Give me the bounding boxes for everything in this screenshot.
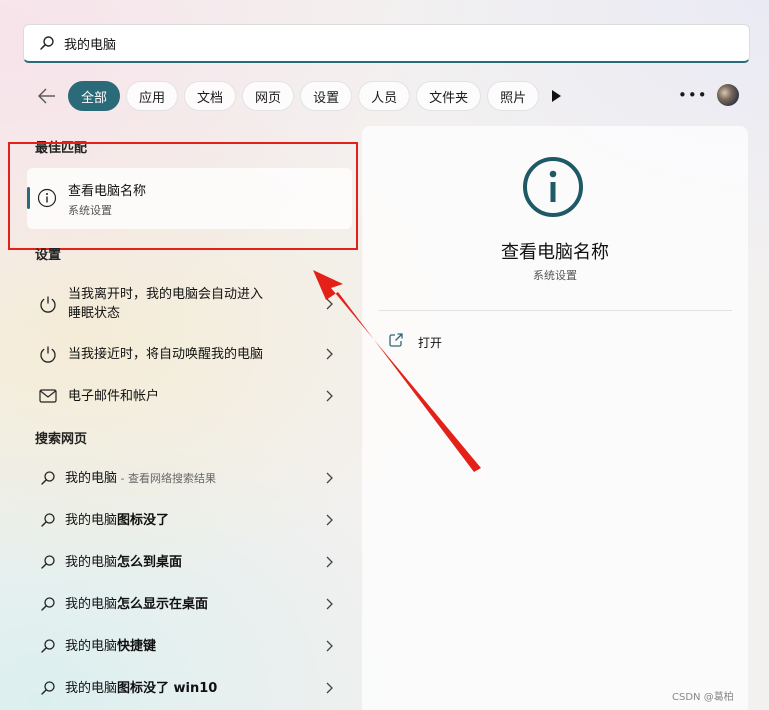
web-result-label: 我的电脑快捷键: [65, 638, 157, 654]
chevron-right-icon: [323, 556, 335, 568]
filter-chip-web[interactable]: 网页: [242, 81, 295, 111]
chevron-right-icon: [323, 682, 335, 694]
divider: [378, 310, 732, 311]
search-icon: [37, 551, 59, 573]
web-result-item[interactable]: 我的电脑图标没了 win10: [27, 677, 352, 699]
more-options-icon[interactable]: •••: [678, 86, 707, 106]
web-result-label: 我的电脑 - 查看网络搜索结果: [65, 470, 216, 486]
search-icon: [38, 34, 56, 52]
mail-icon: [37, 385, 59, 407]
settings-item-label: 电子邮件和帐户: [68, 388, 160, 404]
open-action[interactable]: 打开: [388, 332, 442, 352]
back-arrow-icon[interactable]: [36, 85, 58, 107]
play-more-filters-icon[interactable]: [547, 87, 565, 105]
chevron-right-icon: [323, 514, 335, 526]
chevron-right-icon: [323, 472, 335, 484]
filter-chip-all[interactable]: 全部: [68, 81, 121, 111]
chevron-right-icon: [323, 598, 335, 610]
search-icon: [37, 635, 59, 657]
web-result-item[interactable]: 我的电脑图标没了: [27, 509, 352, 531]
web-result-label: 我的电脑怎么到桌面: [65, 554, 183, 570]
web-result-label: 我的电脑怎么显示在桌面: [65, 596, 209, 612]
settings-heading: 设置: [35, 248, 62, 263]
web-result-label: 我的电脑图标没了 win10: [65, 680, 218, 696]
filter-chip-people[interactable]: 人员: [358, 81, 411, 111]
search-input[interactable]: [64, 35, 664, 51]
detail-panel: 查看电脑名称 系统设置 打开: [362, 126, 748, 710]
search-bar[interactable]: [23, 24, 750, 63]
power-icon: [37, 343, 59, 365]
power-icon: [37, 293, 59, 315]
settings-item-label: 当我离开时，我的电脑会自动进入 睡眠状态: [68, 287, 264, 321]
chevron-right-icon: [323, 640, 335, 652]
chevron-right-icon: [323, 390, 335, 402]
filter-chip-apps[interactable]: 应用: [126, 81, 179, 111]
settings-item-email-accounts[interactable]: 电子邮件和帐户: [27, 385, 352, 407]
web-search-heading: 搜索网页: [35, 432, 88, 447]
filter-chip-documents[interactable]: 文档: [184, 81, 237, 111]
detail-title: 查看电脑名称: [501, 242, 609, 263]
chevron-right-icon: [323, 298, 335, 310]
settings-item-sleep[interactable]: 当我离开时，我的电脑会自动进入 睡眠状态: [27, 284, 352, 324]
filter-chip-folders[interactable]: 文件夹: [416, 81, 482, 111]
search-icon: [37, 593, 59, 615]
watermark: CSDN @葛柏: [672, 692, 734, 703]
avatar[interactable]: [717, 84, 739, 106]
search-icon: [37, 677, 59, 699]
open-label: 打开: [418, 335, 443, 350]
info-icon: [522, 156, 584, 218]
search-icon: [37, 509, 59, 531]
detail-subtitle: 系统设置: [533, 269, 577, 282]
settings-item-label: 当我接近时，将自动唤醒我的电脑: [68, 346, 264, 362]
settings-item-wake[interactable]: 当我接近时，将自动唤醒我的电脑: [27, 343, 352, 365]
chevron-right-icon: [323, 348, 335, 360]
web-result-label: 我的电脑图标没了: [65, 512, 170, 528]
search-icon: [37, 467, 59, 489]
web-result-item[interactable]: 我的电脑怎么显示在桌面: [27, 593, 352, 615]
highlight-box: [8, 142, 358, 250]
web-result-item[interactable]: 我的电脑 - 查看网络搜索结果: [27, 467, 352, 489]
web-result-item[interactable]: 我的电脑快捷键: [27, 635, 352, 657]
open-external-icon: [388, 332, 404, 352]
filter-chip-settings[interactable]: 设置: [300, 81, 353, 111]
filter-chip-photos[interactable]: 照片: [487, 81, 540, 111]
filter-row: 全部 应用 文档 网页 设置 人员 文件夹 照片 •••: [36, 80, 746, 112]
web-result-item[interactable]: 我的电脑怎么到桌面: [27, 551, 352, 573]
